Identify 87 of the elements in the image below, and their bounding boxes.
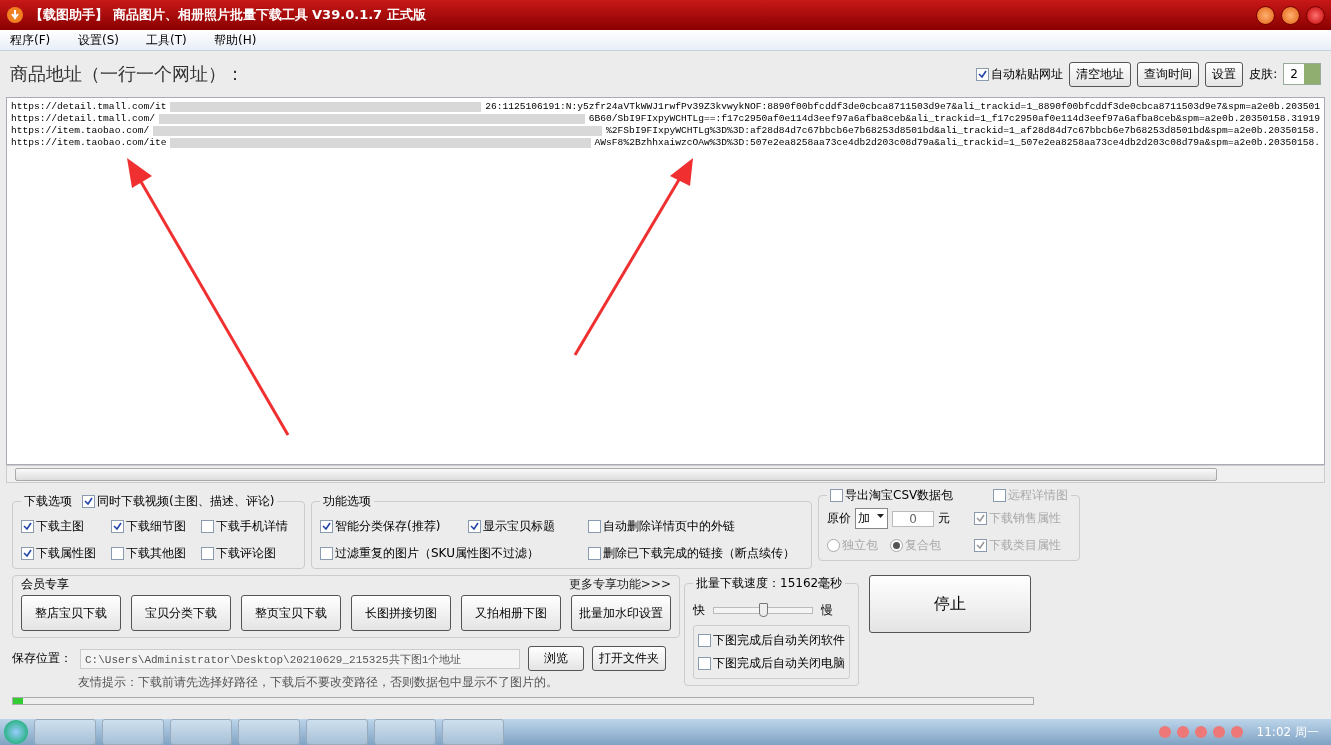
menu-item[interactable]: 设置(S) <box>72 30 140 50</box>
toolbar-button[interactable]: 查询时间 <box>1137 61 1200 87</box>
checkbox[interactable]: 下载主图 <box>21 518 111 535</box>
url-textarea[interactable] <box>6 97 1325 465</box>
checkbox[interactable]: 显示宝贝标题 <box>468 518 588 535</box>
skin-spinner[interactable]: 2 <box>1283 63 1321 85</box>
address-label: 商品地址（一行一个网址）： <box>10 62 244 86</box>
group-title: 批量下载速度：15162毫秒 <box>696 575 843 592</box>
url-text: 26:1125106191:N:y5zfr24aVTkWWJ1rwfPv39Z3kvwykNOF:8890f00bfcddf3de0cbca8711503d9e7&ali_trackid=1_8890f00bfcddf3de0cbca8711503d9e7&spm=a2e0b.203501 <box>485 101 1320 113</box>
url-text: https://detail.tmall.com/ <box>11 113 155 125</box>
tip-text: 友情提示：下载前请先选择好路径，下载后不要改变路径，否则数据包中显示不了图片的。 <box>78 674 559 691</box>
taskbar-app-icon[interactable] <box>170 719 232 745</box>
slow-label: 慢 <box>821 602 833 619</box>
horizontal-scrollbar[interactable] <box>6 465 1325 483</box>
checkbox[interactable]: 自动删除详情页中的外链 <box>588 518 803 535</box>
check-mark-icon <box>976 541 986 550</box>
skin-label: 皮肤: <box>1249 65 1278 83</box>
check-mark-icon <box>84 497 93 506</box>
group-title: 会员专享 <box>21 576 69 593</box>
slider-thumb[interactable] <box>759 603 768 617</box>
checkbox[interactable]: 下图完成后自动关闭电脑 <box>698 655 845 672</box>
checkbox[interactable]: 下载手机详情 <box>201 518 296 535</box>
menu-item[interactable]: 程序(F) <box>4 30 72 50</box>
start-button[interactable] <box>4 720 28 744</box>
fast-label: 快 <box>693 602 705 619</box>
member-button[interactable]: 又拍相册下图 <box>461 595 561 631</box>
price-label: 原价 <box>827 510 851 527</box>
url-text: 6B60/SbI9FIxpyWCHTLg==:f17c2950af0e114d3eef97a6afba8ceb&ali_trackid=1_f17c2950af0e114d3eef97a6afba8ceb&spm=a2e0b.20350158.31919 <box>588 113 1320 125</box>
window-title: 【载图助手】 商品图片、相册照片批量下载工具 V39.0.1.7 正式版 <box>30 6 426 24</box>
taskbar-app-icon[interactable] <box>442 719 504 745</box>
save-location-label: 保存位置： <box>12 650 72 667</box>
check-mark-icon <box>978 69 988 79</box>
url-text: https://item.taobao.com/ite <box>11 137 167 149</box>
checkbox[interactable]: 智能分类保存(推荐) <box>320 518 468 535</box>
check-mark-icon <box>470 522 479 531</box>
taskbar-app-icon[interactable] <box>238 719 300 745</box>
url-text: AWsF8%2BzhhxaiwzcOAw%3D%3D:507e2ea8258aa73ce4db2d203c08d79a&ali_trackid=1_507e2ea8258aa73ce4db2d203c08d79a&spm=a2e0b.20350158. <box>594 137 1320 149</box>
checkbox[interactable]: 同时下载视频(主图、描述、评论) <box>82 493 275 510</box>
checkbox[interactable]: 下载其他图 <box>111 545 201 562</box>
unit-label: 元 <box>938 510 950 527</box>
save-path-field[interactable]: C:\Users\Administrator\Desktop\20210629_215325共下图1个地址 <box>80 648 520 669</box>
url-text: https://item.taobao.com/ <box>11 125 150 137</box>
taskbar-app-icon[interactable] <box>374 719 436 745</box>
url-text: %2FSbI9FIxpyWCHTLg%3D%3D:af28d84d7c67bbcb6e7b68253d8501bd&ali_trackid=1_af28d84d7c67bbcb6e7b68253d8501bd&spm=a2e0b.20350158. <box>606 125 1320 137</box>
checkbox[interactable]: 下载评论图 <box>201 545 296 562</box>
checkbox[interactable]: 下图完成后自动关闭软件 <box>698 632 845 649</box>
member-button[interactable]: 整店宝贝下载 <box>21 595 121 631</box>
more-features-link[interactable]: 更多专享功能>>> <box>568 576 671 593</box>
open-folder-button[interactable]: 打开文件夹 <box>592 646 666 671</box>
checkbox[interactable]: 删除已下载完成的链接（断点续传） <box>588 545 803 562</box>
group-title: 功能选项 <box>323 493 371 510</box>
check-mark-icon <box>322 522 331 531</box>
taskbar-app-icon[interactable] <box>306 719 368 745</box>
member-button[interactable]: 整页宝贝下载 <box>241 595 341 631</box>
member-button[interactable]: 长图拼接切图 <box>351 595 451 631</box>
menu-item[interactable]: 帮助(H) <box>208 30 276 50</box>
browse-button[interactable]: 浏览 <box>528 646 584 671</box>
tray-icon[interactable] <box>1212 726 1225 738</box>
tray-icon[interactable] <box>1176 726 1189 738</box>
check-mark-icon <box>976 514 986 523</box>
close-button[interactable] <box>1306 5 1325 25</box>
tray-icon[interactable] <box>1194 726 1207 738</box>
checkbox[interactable]: 下载属性图 <box>21 545 111 562</box>
check-mark-icon <box>23 522 32 531</box>
checkbox[interactable]: 自动粘贴网址 <box>976 65 1064 83</box>
maximize-button[interactable] <box>1281 5 1300 25</box>
checkbox[interactable]: 下载细节图 <box>111 518 201 535</box>
url-text: https://detail.tmall.com/it <box>11 101 167 113</box>
menu-item[interactable]: 工具(T) <box>140 30 208 50</box>
stop-button[interactable]: 停止 <box>869 575 1031 633</box>
taskbar-app-icon[interactable] <box>102 719 164 745</box>
price-input[interactable]: 0 <box>892 510 934 527</box>
tray-icon[interactable] <box>1230 726 1243 738</box>
check-mark-icon <box>113 522 122 531</box>
checkbox[interactable]: 导出淘宝CSV数据包 <box>830 487 954 504</box>
checkbox[interactable]: 过滤重复的图片（SKU属性图不过滤） <box>320 545 588 562</box>
member-button[interactable]: 宝贝分类下载 <box>131 595 231 631</box>
toolbar-button[interactable]: 设置 <box>1205 61 1244 87</box>
tray-icon[interactable] <box>1158 726 1171 738</box>
taskbar-app-icon[interactable] <box>34 719 96 745</box>
minimize-button[interactable] <box>1256 5 1275 25</box>
group-title: 下载选项 <box>24 493 72 510</box>
toolbar-button[interactable]: 清空地址 <box>1069 61 1132 87</box>
download-icon <box>6 6 24 24</box>
check-mark-icon <box>23 549 32 558</box>
member-button[interactable]: 批量加水印设置 <box>571 595 671 631</box>
price-mode-dropdown[interactable]: 加 <box>855 508 888 529</box>
